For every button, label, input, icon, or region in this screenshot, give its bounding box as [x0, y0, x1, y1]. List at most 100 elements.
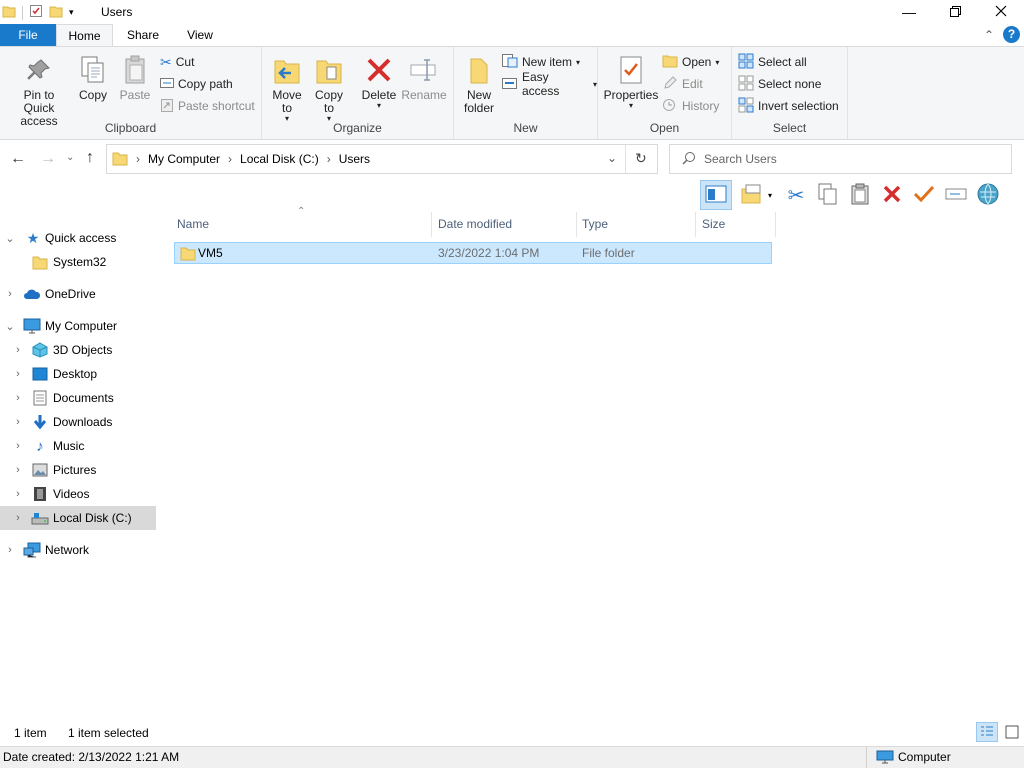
- forward-arrow-icon[interactable]: →: [40, 150, 56, 168]
- pin-quick-access-button[interactable]: Pin to Quick access: [4, 53, 74, 128]
- search-box[interactable]: Search Users: [669, 144, 1012, 174]
- nav-desktop[interactable]: › Desktop: [0, 362, 156, 386]
- refresh-icon[interactable]: ↻: [635, 150, 647, 167]
- edit-button[interactable]: Edit: [662, 74, 703, 94]
- nav-label: OneDrive: [45, 287, 96, 301]
- maximize-button[interactable]: [932, 0, 978, 24]
- collapsed-chevron-icon[interactable]: ›: [4, 288, 16, 300]
- preview-pane-button[interactable]: [700, 180, 732, 210]
- delete-toolbar-button[interactable]: [876, 180, 908, 210]
- tab-view[interactable]: View: [180, 24, 220, 46]
- open-dropdown-icon: ▾: [715, 57, 720, 67]
- back-arrow-icon[interactable]: ←: [10, 150, 26, 168]
- collapsed-chevron-icon[interactable]: ›: [12, 416, 24, 428]
- secondary-toolbar: ▾ ✂: [700, 180, 1004, 210]
- nav-network[interactable]: › Network: [0, 538, 156, 562]
- nav-3d-objects[interactable]: › 3D Objects: [0, 338, 156, 362]
- details-view-button[interactable]: [976, 722, 998, 742]
- move-to-button[interactable]: Move to ▾: [268, 53, 306, 123]
- expanded-chevron-icon[interactable]: ⌄: [4, 232, 16, 245]
- network-toolbar-button[interactable]: [972, 180, 1004, 210]
- close-button[interactable]: [978, 0, 1024, 24]
- folder-icon[interactable]: [2, 4, 16, 21]
- rename-button[interactable]: Rename: [401, 53, 447, 102]
- breadcrumb-separator-icon[interactable]: ›: [327, 152, 331, 166]
- column-header-type[interactable]: Type: [582, 212, 608, 237]
- easy-access-button[interactable]: Easy access ▾: [502, 70, 597, 98]
- nav-pictures[interactable]: › Pictures: [0, 458, 156, 482]
- collapsed-chevron-icon[interactable]: ›: [12, 464, 24, 476]
- documents-icon: [31, 389, 49, 407]
- invert-selection-button[interactable]: Invert selection: [738, 96, 839, 116]
- expanded-chevron-icon[interactable]: ⌄: [4, 320, 16, 333]
- tab-share[interactable]: Share: [122, 24, 164, 46]
- collapsed-chevron-icon[interactable]: ›: [4, 544, 16, 556]
- new-item-button[interactable]: New item ▾: [502, 52, 580, 72]
- collapse-ribbon-icon[interactable]: ⌃: [984, 28, 994, 42]
- address-bar[interactable]: › My Computer › Local Disk (C:) › Users …: [106, 144, 658, 174]
- properties-toolbar-button[interactable]: [908, 180, 940, 210]
- recent-locations-chevron-icon[interactable]: ⌄: [66, 152, 74, 163]
- copy-to-button[interactable]: Copy to ▾: [310, 53, 348, 123]
- column-divider[interactable]: [431, 212, 432, 237]
- nav-quick-access[interactable]: ⌄ ★ Quick access: [0, 226, 156, 250]
- nav-my-computer[interactable]: ⌄ My Computer: [0, 314, 156, 338]
- collapsed-chevron-icon[interactable]: ›: [12, 440, 24, 452]
- address-dropdown-icon[interactable]: ⌄: [607, 151, 617, 165]
- nav-downloads[interactable]: › Downloads: [0, 410, 156, 434]
- collapsed-chevron-icon[interactable]: ›: [12, 344, 24, 356]
- properties-icon[interactable]: [29, 4, 43, 21]
- nav-music[interactable]: › ♪ Music: [0, 434, 156, 458]
- breadcrumb-my-computer[interactable]: My Computer: [148, 152, 220, 166]
- breadcrumb-local-disk[interactable]: Local Disk (C:): [240, 152, 319, 166]
- rename-toolbar-button[interactable]: [940, 180, 972, 210]
- column-header-size[interactable]: Size: [702, 212, 725, 237]
- collapsed-chevron-icon[interactable]: ›: [12, 488, 24, 500]
- breadcrumb-users[interactable]: Users: [339, 152, 370, 166]
- column-divider[interactable]: [695, 212, 696, 237]
- tab-home[interactable]: Home: [56, 24, 113, 46]
- column-divider[interactable]: [775, 212, 776, 237]
- cut-button[interactable]: ✂ Cut: [160, 52, 194, 72]
- nav-onedrive[interactable]: › OneDrive: [0, 282, 156, 306]
- copy-button[interactable]: Copy: [76, 53, 110, 102]
- paste-label: Paste: [119, 88, 151, 102]
- select-all-button[interactable]: Select all: [738, 52, 807, 72]
- large-icons-view-button[interactable]: [1003, 724, 1021, 742]
- collapsed-chevron-icon[interactable]: ›: [12, 392, 24, 404]
- delete-button[interactable]: Delete ▾: [360, 53, 398, 110]
- paste-toolbar-button[interactable]: [844, 180, 876, 210]
- column-header-date-modified[interactable]: Date modified: [438, 212, 512, 237]
- checkmark-icon: [913, 184, 935, 207]
- cut-toolbar-button[interactable]: ✂: [780, 180, 812, 210]
- paste-shortcut-button[interactable]: Paste shortcut: [160, 96, 255, 116]
- collapsed-chevron-icon[interactable]: ›: [12, 368, 24, 380]
- collapsed-chevron-icon[interactable]: ›: [12, 512, 24, 524]
- help-icon[interactable]: ?: [1003, 26, 1020, 43]
- copy-path-button[interactable]: Copy path: [160, 74, 233, 94]
- paste-button[interactable]: Paste: [118, 53, 152, 102]
- nav-system32[interactable]: System32: [0, 250, 156, 274]
- up-arrow-icon[interactable]: ↑: [86, 149, 94, 167]
- tab-file[interactable]: File: [0, 24, 56, 46]
- copy-toolbar-button[interactable]: [812, 180, 844, 210]
- new-folder-button[interactable]: New folder: [460, 53, 498, 115]
- breadcrumb-separator-icon[interactable]: ›: [228, 152, 232, 166]
- search-placeholder[interactable]: Search Users: [704, 152, 777, 166]
- layout-menu-button[interactable]: ▾: [732, 180, 780, 210]
- new-folder-icon[interactable]: [49, 4, 63, 21]
- nav-local-disk[interactable]: › Local Disk (C:): [0, 506, 156, 530]
- file-row-selected[interactable]: VM5 3/23/2022 1:04 PM File folder: [174, 242, 772, 264]
- minimize-button[interactable]: —: [886, 0, 932, 24]
- column-divider[interactable]: [576, 212, 577, 237]
- open-button[interactable]: Open ▾: [662, 52, 719, 72]
- customize-dropdown-icon[interactable]: ▾: [69, 7, 74, 18]
- layout-folder-icon: [740, 183, 762, 208]
- column-header-name[interactable]: Name: [177, 212, 209, 237]
- nav-videos[interactable]: › Videos: [0, 482, 156, 506]
- history-button[interactable]: History: [662, 96, 719, 116]
- properties-button[interactable]: Properties ▾: [602, 53, 660, 110]
- date-created: Date created: 2/13/2022 1:21 AM: [3, 750, 180, 764]
- select-none-button[interactable]: Select none: [738, 74, 821, 94]
- nav-documents[interactable]: › Documents: [0, 386, 156, 410]
